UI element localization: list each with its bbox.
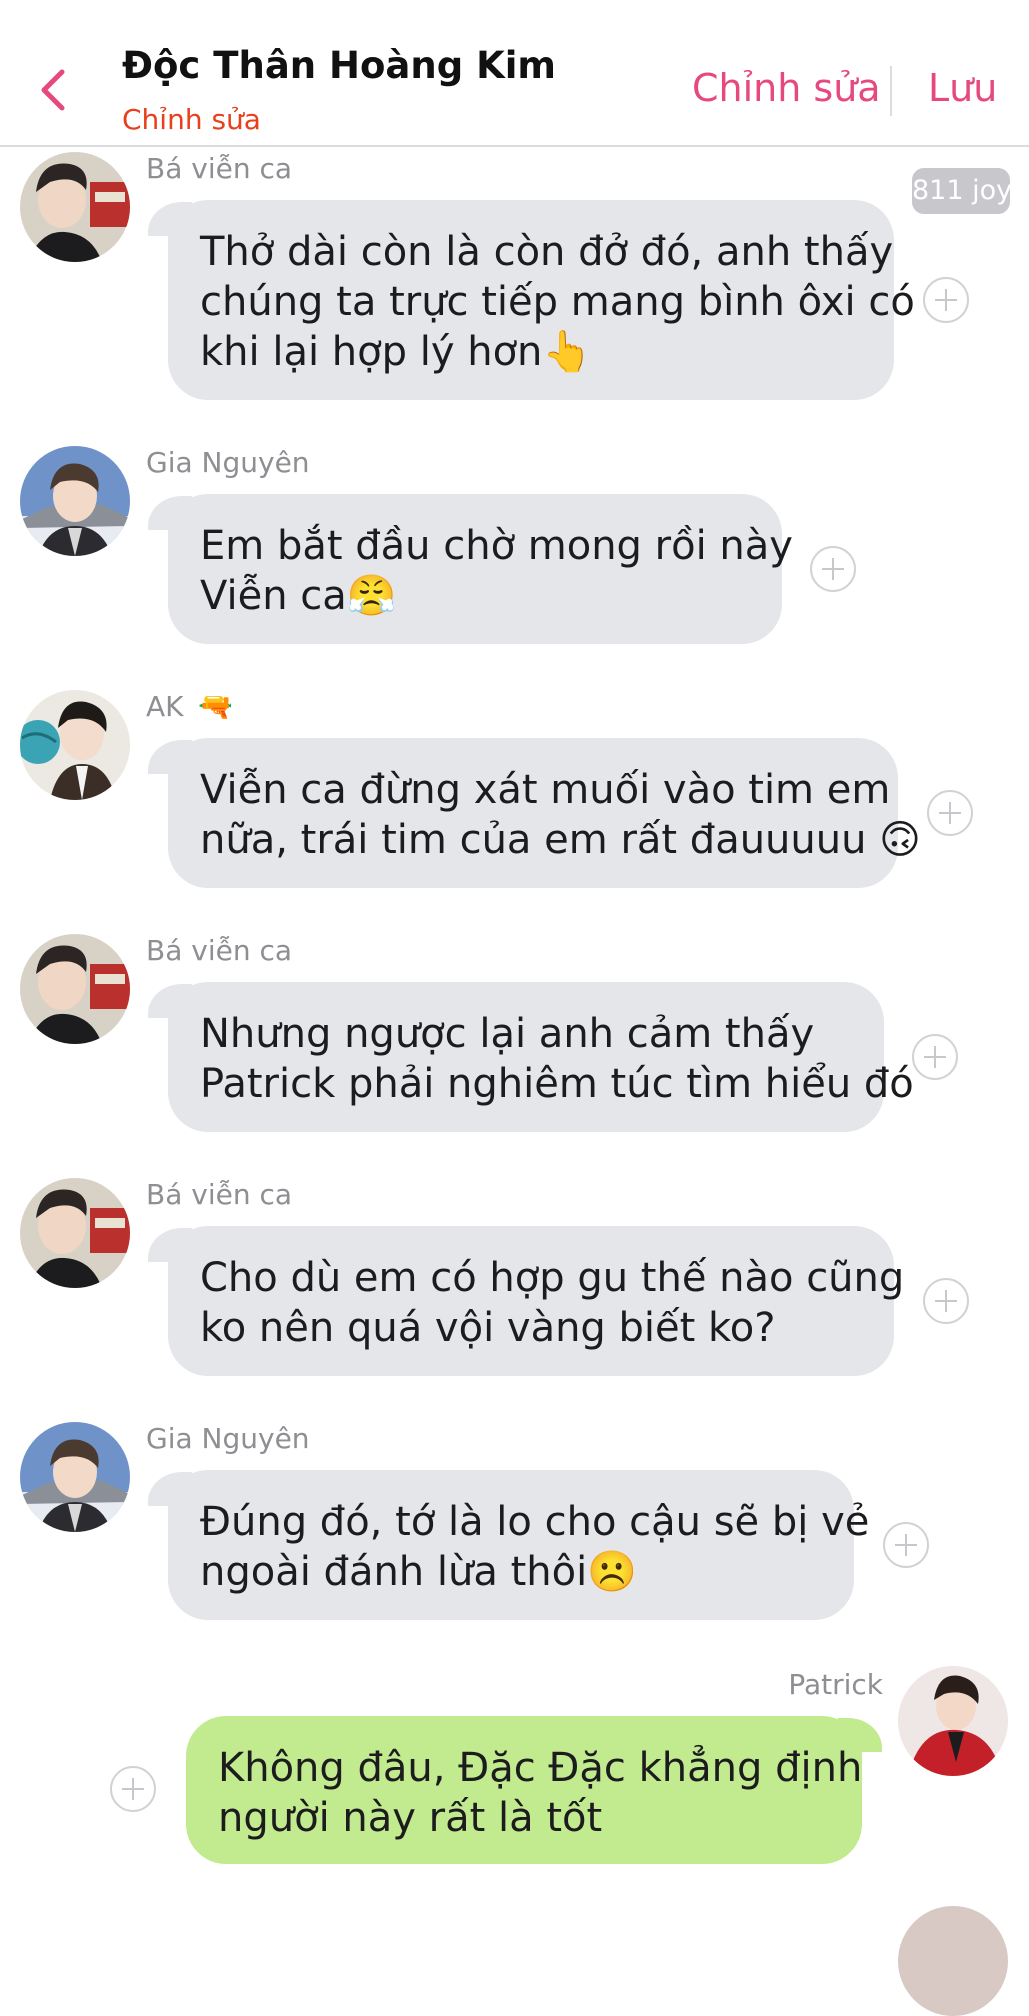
message-text-line: Patrick phải nghiêm túc tìm hiểu đó: [200, 1061, 914, 1107]
message-text-line: Đúng đó, tớ là lo cho cậu sẽ bị vẻ: [200, 1499, 870, 1545]
message-text-line: Cho dù em có hợp gu thế nào cũng: [200, 1255, 905, 1301]
avatar[interactable]: [20, 690, 130, 800]
avatar[interactable]: [20, 1422, 130, 1532]
message-text-line: Nhưng ngược lại anh cảm thấy: [200, 1011, 815, 1057]
back-chevron-icon[interactable]: [36, 68, 72, 112]
message-bubble[interactable]: Thở dài còn là còn đở đó, anh thấy chúng…: [148, 200, 915, 400]
message-text-line: Thở dài còn là còn đở đó, anh thấy: [200, 229, 894, 275]
message-text-line: Viễn ca đừng xát muối vào tim em: [200, 767, 891, 813]
message-text-line: Em bắt đầu chờ mong rồi này: [200, 523, 793, 569]
chat-title: Độc Thân Hoàng Kim: [122, 44, 556, 87]
sender-name: Bá viễn ca: [146, 1178, 293, 1211]
avatar[interactable]: [20, 446, 130, 556]
water-gun-icon: 🔫: [198, 690, 234, 723]
avatar[interactable]: [20, 934, 130, 1044]
message-bubble[interactable]: Không đâu, Đặc Đặc khẳng định người này …: [186, 1716, 882, 1864]
message-text-line: nữa, trái tim của em rất đauuuuu 🙃: [200, 817, 921, 863]
sender-name-text: AK: [146, 690, 184, 723]
message-bubble[interactable]: Viễn ca đừng xát muối vào tim em nữa, tr…: [148, 738, 921, 888]
edit-button[interactable]: Chỉnh sửa: [692, 66, 881, 110]
save-button[interactable]: Lưu: [928, 66, 997, 110]
message-text-line: chúng ta trực tiếp mang bình ôxi có: [200, 279, 915, 325]
message-text-line: Không đâu, Đặc Đặc khẳng định: [218, 1745, 863, 1791]
message-bubble[interactable]: Cho dù em có hợp gu thế nào cũng ko nên …: [148, 1226, 905, 1376]
message-text-line: Viễn ca😤: [200, 573, 397, 619]
message-text-line: khi lại hợp lý hơn👆: [200, 329, 593, 375]
message-bubble[interactable]: Đúng đó, tớ là lo cho cậu sẽ bị vẻ ngoài…: [148, 1470, 870, 1620]
avatar[interactable]: [20, 152, 130, 262]
add-reaction-icon[interactable]: [923, 1278, 969, 1324]
message-text-line: ngoài đánh lừa thôi☹️: [200, 1549, 637, 1595]
message-text-line: ko nên quá vội vàng biết ko?: [200, 1305, 776, 1351]
sender-name: AK 🔫: [146, 690, 233, 723]
message-bubble[interactable]: Em bắt đầu chờ mong rồi này Viễn ca😤: [148, 494, 793, 644]
add-reaction-icon[interactable]: [810, 546, 856, 592]
add-reaction-icon[interactable]: [927, 790, 973, 836]
chat-subtitle[interactable]: Chỉnh sửa: [122, 103, 261, 136]
add-reaction-icon[interactable]: [883, 1522, 929, 1568]
avatar[interactable]: [20, 1178, 130, 1288]
avatar[interactable]: [898, 1666, 1008, 1776]
header-divider: [890, 66, 892, 116]
sender-name: Bá viễn ca: [146, 152, 293, 185]
sender-name: Bá viễn ca: [146, 934, 293, 967]
chat-header: Độc Thân Hoàng Kim Chỉnh sửa Chỉnh sửa L…: [0, 0, 1029, 147]
sender-name: Patrick: [788, 1668, 883, 1701]
add-reaction-icon[interactable]: [110, 1766, 156, 1812]
joy-badge: 811 joy: [912, 168, 1010, 214]
message-bubble[interactable]: Nhưng ngược lại anh cảm thấy Patrick phả…: [148, 982, 914, 1132]
message-text-line: người này rất là tốt: [218, 1795, 603, 1841]
sender-name: Gia Nguyên: [146, 1422, 310, 1455]
avatar[interactable]: [898, 1906, 1008, 2016]
sender-name: Gia Nguyên: [146, 446, 310, 479]
add-reaction-icon[interactable]: [923, 277, 969, 323]
add-reaction-icon[interactable]: [912, 1034, 958, 1080]
